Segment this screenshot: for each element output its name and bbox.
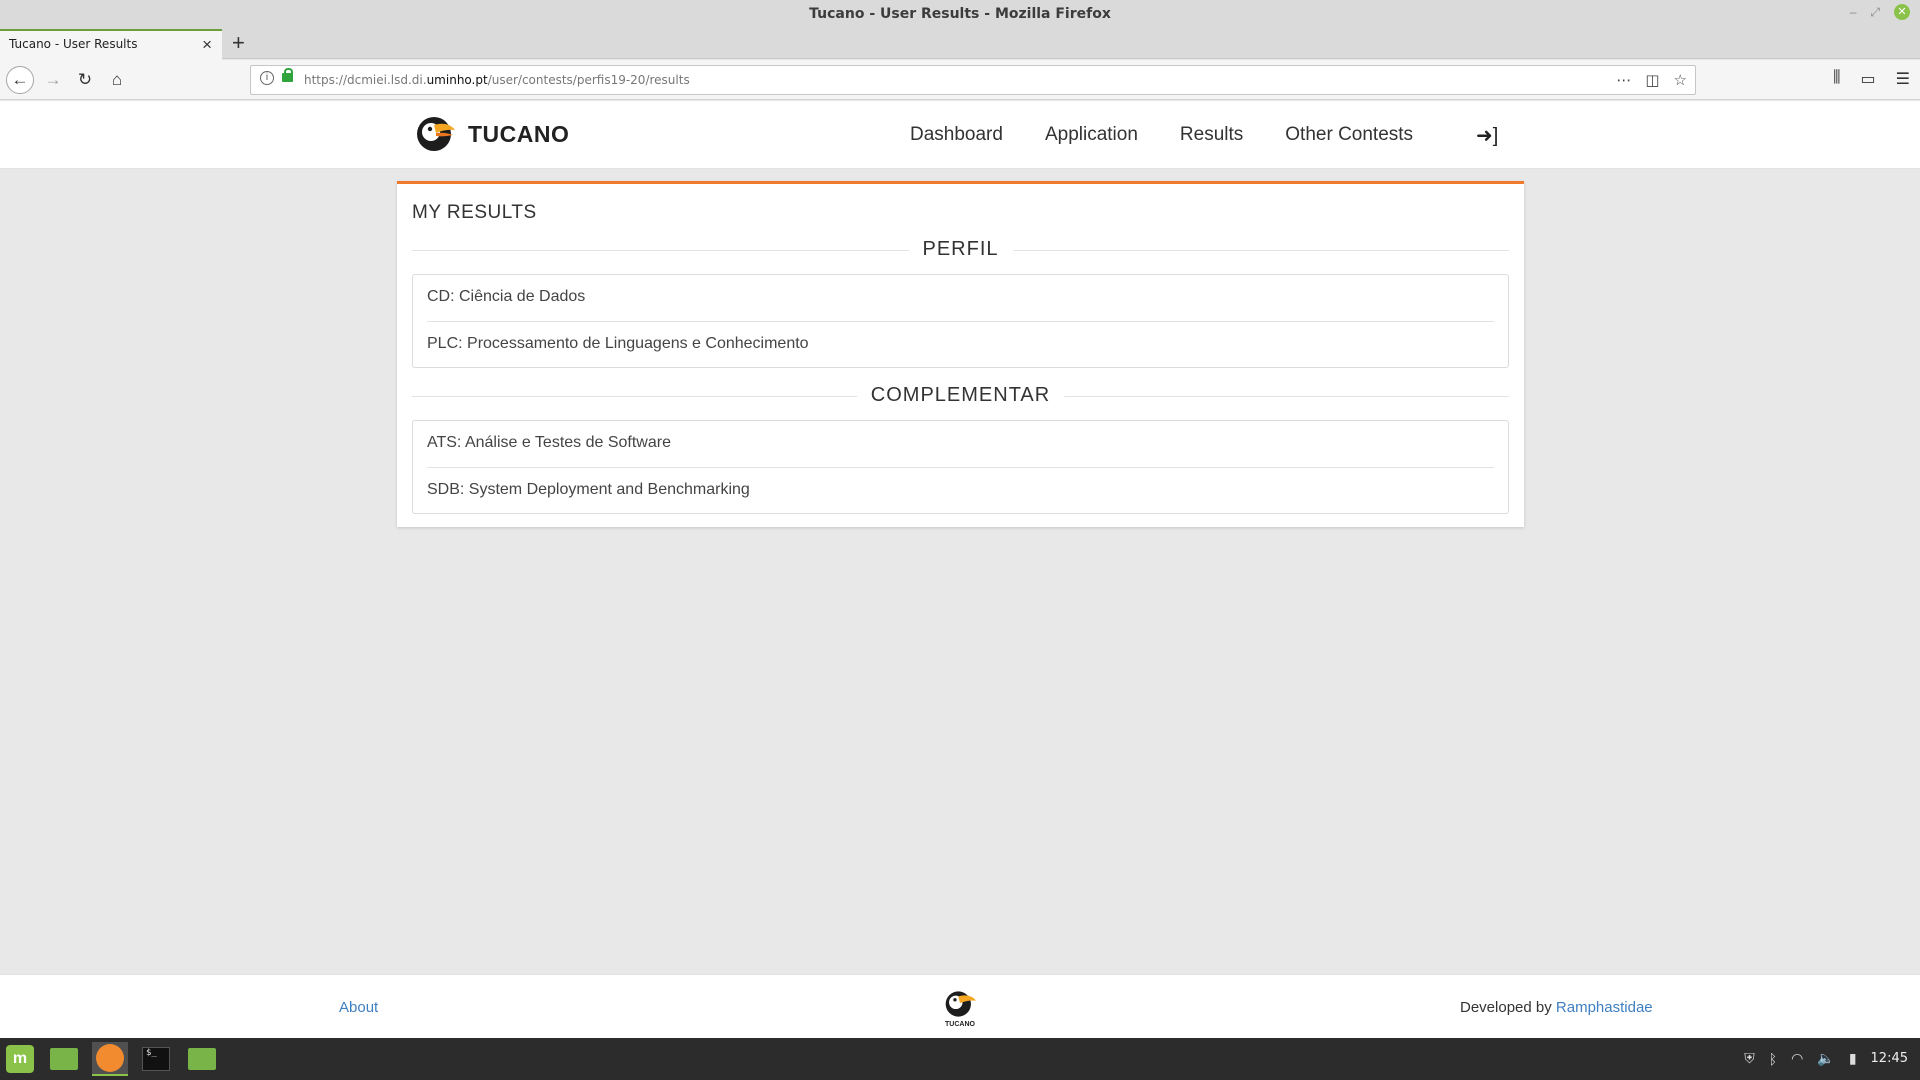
browser-navbar: ← → ↻ ⌂ i https://dcmiei.lsd.di.uminho.p… (0, 60, 1920, 100)
site-header: TUCANO Dashboard Application Results Oth… (0, 101, 1920, 169)
info-icon[interactable]: i (260, 71, 274, 85)
divider (427, 321, 1494, 322)
nav-other-contests[interactable]: Other Contests (1285, 124, 1413, 146)
mint-logo-icon: m (6, 1045, 34, 1073)
about-link[interactable]: About (339, 999, 378, 1016)
list-item: PLC: Processamento de Linguagens e Conhe… (427, 335, 809, 352)
home-icon[interactable]: ⌂ (104, 67, 130, 93)
sidebar-icon[interactable]: ▭ (1861, 69, 1876, 89)
folder-icon (188, 1048, 216, 1070)
toucan-logo-icon (945, 991, 976, 1017)
results-list-perfil: CD: Ciência de Dados PLC: Processamento … (412, 274, 1509, 368)
terminal-icon: $_ (142, 1047, 170, 1071)
url-actions: ⋯ ◫ ☆ (1616, 71, 1687, 89)
pocket-icon[interactable]: ◫ (1645, 71, 1659, 89)
browser-tab[interactable]: Tucano - User Results × (0, 29, 222, 60)
window-controls: ‒ ⤢ ✕ (1850, 4, 1910, 20)
clock[interactable]: 12:45 (1871, 1051, 1908, 1066)
tab-strip: Tucano - User Results × + (0, 29, 1920, 60)
main-nav: Dashboard Application Results Other Cont… (910, 124, 1455, 146)
close-tab-icon[interactable]: × (202, 35, 212, 55)
forward-icon[interactable]: → (40, 67, 66, 93)
divider (427, 467, 1494, 468)
volume-icon[interactable]: 🔈 (1817, 1050, 1834, 1067)
page-title: MY RESULTS (412, 202, 537, 223)
page-actions-icon[interactable]: ⋯ (1616, 71, 1631, 89)
toolbar-right: ⫼ ▭ ☰ (1833, 69, 1910, 89)
hamburger-menu-icon[interactable]: ☰ (1896, 69, 1910, 89)
battery-icon[interactable]: ▮ (1849, 1050, 1857, 1067)
site-footer: About TUCANO Developed by Ramphastidae (0, 974, 1920, 1038)
bookmark-star-icon[interactable]: ☆ (1674, 71, 1687, 89)
reload-icon[interactable]: ↻ (72, 67, 98, 93)
menu-button[interactable]: m (2, 1042, 38, 1076)
footer-logo: TUCANO (941, 988, 979, 1028)
minimize-icon[interactable]: ‒ (1850, 5, 1857, 19)
nav-application[interactable]: Application (1045, 124, 1138, 146)
section-heading-complementar: COMPLEMENTAR (412, 384, 1509, 408)
new-tab-icon[interactable]: + (232, 30, 245, 56)
files-launcher[interactable] (46, 1042, 82, 1076)
url-bar[interactable]: i https://dcmiei.lsd.di.uminho.pt/user/c… (250, 65, 1696, 95)
window-title: Tucano - User Results - Mozilla Firefox (809, 6, 1111, 22)
nav-dashboard[interactable]: Dashboard (910, 124, 1003, 146)
taskbar: m $_ ⛨ ᛒ ◠ 🔈 ▮ 12:45 (0, 1038, 1920, 1080)
toucan-logo-icon (417, 117, 455, 151)
url-text[interactable]: https://dcmiei.lsd.di.uminho.pt/user/con… (304, 73, 690, 87)
lock-icon (282, 68, 293, 82)
firefox-icon (96, 1044, 124, 1072)
back-icon[interactable]: ← (6, 66, 34, 94)
section-heading-perfil: PERFIL (412, 238, 1509, 262)
shield-icon[interactable]: ⛨ (1744, 1050, 1755, 1067)
developer-link[interactable]: Ramphastidae (1556, 999, 1653, 1016)
firefox-launcher[interactable] (92, 1042, 128, 1076)
library-icon[interactable]: ⫼ (1833, 69, 1840, 89)
tab-label: Tucano - User Results (9, 37, 138, 51)
bluetooth-icon[interactable]: ᛒ (1769, 1051, 1777, 1067)
brand-name: TUCANO (468, 120, 570, 147)
folder-icon (50, 1048, 78, 1070)
system-tray: ⛨ ᛒ ◠ 🔈 ▮ 12:45 (1744, 1050, 1908, 1067)
list-item: ATS: Análise e Testes de Software (427, 434, 671, 451)
close-window-icon[interactable]: ✕ (1894, 4, 1910, 20)
developed-by: Developed by Ramphastidae (1460, 999, 1653, 1016)
terminal-launcher[interactable]: $_ (138, 1042, 174, 1076)
files-window[interactable] (184, 1042, 220, 1076)
nav-results[interactable]: Results (1180, 124, 1243, 146)
maximize-icon[interactable]: ⤢ (1870, 5, 1880, 20)
list-item: SDB: System Deployment and Benchmarking (427, 481, 750, 498)
window-titlebar: Tucano - User Results - Mozilla Firefox … (0, 0, 1920, 29)
results-panel: MY RESULTS PERFIL CD: Ciência de Dados P… (397, 181, 1524, 527)
brand[interactable]: TUCANO (416, 115, 569, 153)
wifi-icon[interactable]: ◠ (1791, 1050, 1803, 1067)
list-item: CD: Ciência de Dados (427, 288, 586, 305)
logout-icon[interactable]: ➜] (1476, 123, 1498, 148)
footer-logo-text: TUCANO (945, 1021, 975, 1028)
results-list-complementar: ATS: Análise e Testes de Software SDB: S… (412, 420, 1509, 514)
